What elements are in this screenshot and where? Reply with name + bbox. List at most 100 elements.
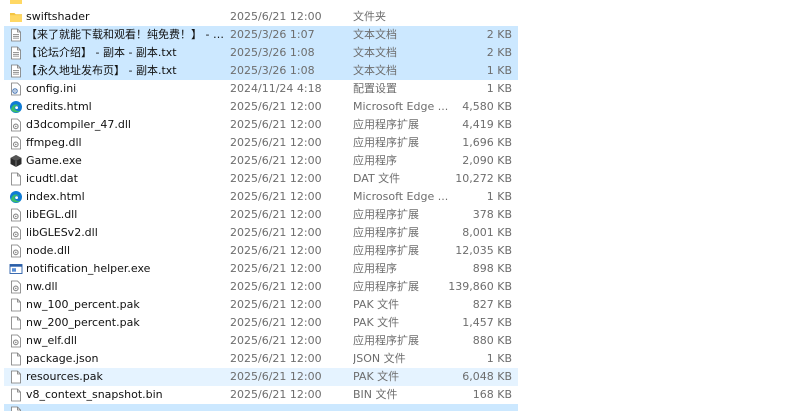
dll-file-icon [9, 334, 23, 348]
file-name: ffmpeg.dll [26, 136, 82, 149]
file-size: 10,272 KB [455, 172, 512, 185]
file-type: Microsoft Edge ... [353, 190, 449, 203]
file-row[interactable]: nw_elf.dll 2025/6/21 12:00 应用程序扩展 880 KB [4, 332, 518, 350]
file-size: 1 KB [486, 352, 512, 365]
file-modified-date: 2025/6/21 12:00 [230, 118, 322, 131]
edge-icon [9, 100, 23, 114]
file-type: 应用程序扩展 [353, 118, 419, 131]
file-modified-date: 2025/6/21 12:00 [230, 10, 322, 23]
file-size [444, 0, 512, 8]
file-name: credits.html [26, 100, 92, 113]
file-size: 898 KB [472, 262, 512, 275]
file-name: libGLESv2.dll [26, 226, 98, 239]
config-file-icon [9, 82, 23, 96]
file-modified-date: 2025/6/21 12:00 [230, 316, 322, 329]
file-row[interactable]: ffmpeg.dll 2025/6/21 12:00 应用程序扩展 1,696 KB [4, 134, 518, 152]
file-row[interactable]: 【来了就能下载和观看！纯免费！】 - 副... 2025/3/26 1:07 文本文… [4, 26, 518, 44]
file-name: nw_200_percent.pak [26, 316, 140, 329]
file-name: package.json [26, 352, 99, 365]
file-row[interactable]: config.ini 2024/11/24 4:18 配置设置 1 KB [4, 80, 518, 98]
file-row[interactable]: nw_200_percent.pak 2025/6/21 12:00 PAK 文件 1… [4, 314, 518, 332]
file-row[interactable]: index.html 2025/6/21 12:00 Microsoft Edge … [4, 188, 518, 206]
file-type: 配置设置 [353, 82, 397, 95]
file-name [26, 0, 228, 8]
edge-icon [9, 190, 23, 204]
file-row[interactable]: Game.exe 2025/6/21 12:00 应用程序 2,090 KB [4, 152, 518, 170]
exe-window-icon [9, 262, 23, 276]
file-type: 应用程序扩展 [353, 334, 419, 347]
dll-file-icon [9, 226, 23, 240]
file-row[interactable]: credits.html 2025/6/21 12:00 Microsoft Edg… [4, 98, 518, 116]
file-modified-date: 2025/6/21 12:00 [230, 136, 322, 149]
file-modified-date: 2025/6/21 12:00 [230, 370, 322, 383]
file-row[interactable] [4, 0, 518, 8]
file-modified-date: 2024/11/24 4:18 [230, 82, 322, 95]
file-type: 应用程序扩展 [353, 208, 419, 221]
file-size: 4,580 KB [462, 100, 512, 113]
blank-file-icon [9, 352, 23, 366]
file-type: BIN 文件 [353, 388, 398, 401]
file-row[interactable]: resources.pak 2025/6/21 12:00 PAK 文件 6,048 … [4, 368, 518, 386]
file-type: 应用程序扩展 [353, 226, 419, 239]
file-size: 1,696 KB [462, 136, 512, 149]
file-row[interactable] [4, 404, 518, 411]
file-type: PAK 文件 [353, 370, 400, 383]
blank-file-icon [9, 316, 23, 330]
file-size: 880 KB [472, 334, 512, 347]
file-modified-date [230, 404, 350, 411]
file-size [444, 8, 512, 26]
file-name: resources.pak [26, 370, 103, 383]
file-row[interactable]: node.dll 2025/6/21 12:00 应用程序扩展 12,035 KB [4, 242, 518, 260]
file-row[interactable]: nw_100_percent.pak 2025/6/21 12:00 PAK 文件 8… [4, 296, 518, 314]
file-row[interactable]: libEGL.dll 2025/6/21 12:00 应用程序扩展 378 KB [4, 206, 518, 224]
file-row[interactable]: d3dcompiler_47.dll 2025/6/21 12:00 应用程序扩展 4… [4, 116, 518, 134]
file-modified-date: 2025/6/21 12:00 [230, 208, 322, 221]
file-size: 1 KB [486, 64, 512, 77]
file-size: 2 KB [486, 28, 512, 41]
file-size: 378 KB [472, 208, 512, 221]
file-type [353, 404, 449, 411]
file-row[interactable]: v8_context_snapshot.bin 2025/6/21 12:00 BI… [4, 386, 518, 404]
file-row[interactable]: nw.dll 2025/6/21 12:00 应用程序扩展 139,860 KB [4, 278, 518, 296]
file-type: 应用程序扩展 [353, 244, 419, 257]
text-file-icon [9, 28, 23, 42]
text-file-icon [9, 64, 23, 78]
file-row[interactable]: libGLESv2.dll 2025/6/21 12:00 应用程序扩展 8,001 … [4, 224, 518, 242]
file-name: 【永久地址发布页】 - 副本.txt [26, 64, 177, 77]
file-row[interactable]: 【论坛介绍】 - 副本 - 副本.txt 2025/3/26 1:08 文本文档 2 … [4, 44, 518, 62]
file-modified-date: 2025/6/21 12:00 [230, 352, 322, 365]
file-size [444, 404, 512, 411]
file-size: 1 KB [486, 190, 512, 203]
file-row[interactable]: icudtl.dat 2025/6/21 12:00 DAT 文件 10,272 KB [4, 170, 518, 188]
file-size: 12,035 KB [455, 244, 512, 257]
file-row[interactable]: notification_helper.exe 2025/6/21 12:00 应用… [4, 260, 518, 278]
file-name: config.ini [26, 82, 77, 95]
file-modified-date: 2025/6/21 12:00 [230, 172, 322, 185]
file-modified-date: 2025/6/21 12:00 [230, 262, 322, 275]
file-type: 文件夹 [353, 10, 386, 23]
text-file-icon [9, 46, 23, 60]
file-type: PAK 文件 [353, 316, 400, 329]
file-name: nw_100_percent.pak [26, 298, 140, 311]
file-row[interactable]: swiftshader 2025/6/21 12:00 文件夹 [4, 8, 518, 26]
file-name: swiftshader [26, 10, 90, 23]
file-modified-date: 2025/6/21 12:00 [230, 190, 322, 203]
file-list: swiftshader 2025/6/21 12:00 文件夹【来了就能下载和观看！… [0, 0, 800, 411]
file-type: 应用程序 [353, 154, 397, 167]
file-name: 【来了就能下载和观看！纯免费！】 - 副... [26, 28, 228, 41]
file-row[interactable]: 【永久地址发布页】 - 副本.txt 2025/3/26 1:08 文本文档 1 KB [4, 62, 518, 80]
file-row[interactable]: package.json 2025/6/21 12:00 JSON 文件 1 KB [4, 350, 518, 368]
file-size: 6,048 KB [462, 370, 512, 383]
game-exe-icon [9, 154, 23, 168]
file-name [26, 404, 228, 411]
dll-file-icon [9, 280, 23, 294]
file-size: 4,419 KB [462, 118, 512, 131]
file-modified-date: 2025/6/21 12:00 [230, 154, 322, 167]
file-modified-date: 2025/6/21 12:00 [230, 100, 322, 113]
dll-file-icon [9, 136, 23, 150]
file-name: 【论坛介绍】 - 副本 - 副本.txt [26, 46, 177, 59]
file-type: 文本文档 [353, 28, 397, 41]
file-name: nw_elf.dll [26, 334, 77, 347]
dll-file-icon [9, 244, 23, 258]
file-type: 应用程序扩展 [353, 280, 419, 293]
